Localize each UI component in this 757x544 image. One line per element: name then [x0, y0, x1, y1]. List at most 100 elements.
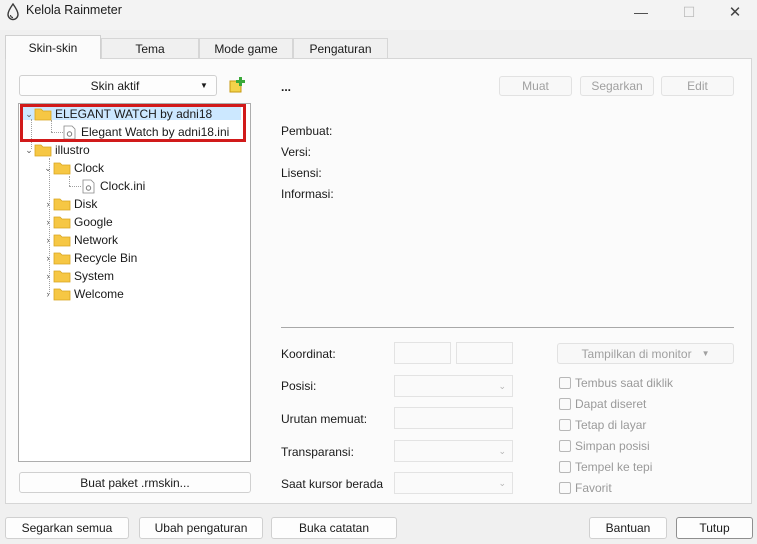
active-skins-dropdown[interactable]: Skin aktif ▼: [19, 75, 217, 96]
checkbox-box: [559, 418, 571, 431]
checkbox-box: [559, 397, 571, 410]
checkbox-label: Favorit: [575, 480, 612, 495]
coordinates-label: Koordinat:: [281, 347, 336, 361]
version-label: Versi:: [281, 145, 312, 159]
tree-item-label: Google: [74, 215, 113, 229]
information-label: Informasi:: [281, 187, 334, 201]
chevron-right-icon: ›: [46, 199, 50, 209]
refresh-button[interactable]: Segarkan: [580, 76, 654, 96]
transparency-label: Transparansi:: [281, 445, 354, 459]
draggable-checkbox[interactable]: Dapat diseret: [559, 396, 646, 411]
tree-item-clock-ini[interactable]: Clock.ini: [82, 177, 145, 195]
on-hover-select[interactable]: ⌄: [394, 472, 513, 494]
create-rmskin-package-button[interactable]: Buat paket .rmskin...: [19, 472, 251, 493]
favorite-checkbox[interactable]: Favorit: [559, 480, 612, 495]
folder-icon: [53, 198, 71, 211]
edit-settings-button[interactable]: Ubah pengaturan: [139, 517, 263, 539]
tree-connector: [69, 176, 70, 186]
tree-item-google[interactable]: › Google: [43, 213, 113, 231]
annotation-highlight-box: [20, 104, 246, 142]
checkbox-label: Dapat diseret: [575, 396, 647, 411]
tree-connector: [69, 186, 81, 187]
tree-item-system[interactable]: › System: [43, 267, 115, 285]
minimize-icon: —: [634, 4, 648, 20]
checkbox-box: [559, 481, 571, 494]
on-hover-label: Saat kursor berada: [281, 477, 384, 491]
tab-themes[interactable]: Tema: [101, 38, 199, 58]
author-label: Pembuat:: [281, 124, 333, 138]
maximize-button[interactable]: ☐: [666, 0, 712, 24]
tree-item-label: Welcome: [74, 287, 124, 301]
snap-to-edges-checkbox[interactable]: Tempel ke tepi: [559, 459, 652, 474]
add-skin-icon[interactable]: [229, 77, 245, 93]
chevron-right-icon: ›: [46, 271, 50, 281]
chevron-right-icon: ›: [46, 289, 50, 299]
checkbox-label: Tembus saat diklik: [575, 375, 674, 390]
chevron-down-icon: ⌄: [44, 162, 52, 173]
tree-item-label: Disk: [74, 197, 98, 211]
position-select[interactable]: ⌄: [394, 375, 513, 397]
position-label: Posisi:: [281, 379, 317, 393]
folder-icon: [53, 270, 71, 283]
checkbox-label: Tetap di layar: [575, 417, 647, 432]
folder-icon: [53, 252, 71, 265]
coordinate-y-input[interactable]: [456, 342, 513, 364]
tree-item-clock[interactable]: ⌄ Clock: [43, 159, 104, 177]
folder-icon: [53, 288, 71, 301]
license-label: Lisensi:: [281, 166, 322, 180]
load-order-input[interactable]: [394, 407, 513, 429]
chevron-right-icon: ›: [46, 235, 50, 245]
chevron-down-icon: ⌄: [498, 445, 506, 456]
tree-item-network[interactable]: › Network: [43, 231, 119, 249]
tree-item-disk[interactable]: › Disk: [43, 195, 98, 213]
checkbox-box: [559, 376, 571, 389]
close-window-button[interactable]: ✕: [712, 0, 757, 24]
chevron-down-icon: ⌄: [498, 380, 506, 391]
display-monitor-button[interactable]: Tampilkan di monitor ▼: [557, 343, 734, 364]
tab-settings[interactable]: Pengaturan: [293, 38, 388, 58]
keep-on-screen-checkbox[interactable]: Tetap di layar: [559, 417, 646, 432]
tree-item-recycle-bin[interactable]: › Recycle Bin: [43, 249, 138, 267]
load-button[interactable]: Muat: [499, 76, 572, 96]
close-icon: ✕: [728, 4, 742, 21]
window-title: Kelola Rainmeter: [26, 3, 122, 17]
rainmeter-drop-icon: [7, 3, 19, 21]
save-position-checkbox[interactable]: Simpan posisi: [559, 438, 650, 453]
coordinate-x-input[interactable]: [394, 342, 451, 364]
close-button[interactable]: Tutup: [676, 517, 753, 539]
dropdown-value: Skin aktif: [90, 78, 140, 93]
maximize-icon: ☐: [682, 3, 696, 20]
edit-button[interactable]: Edit: [661, 76, 734, 96]
tree-item-label: Clock: [74, 161, 105, 175]
section-divider: [281, 327, 734, 328]
tree-item-welcome[interactable]: › Welcome: [43, 285, 124, 303]
monitor-button-label: Tampilkan di monitor: [581, 346, 692, 361]
folder-icon: [53, 216, 71, 229]
checkbox-label: Tempel ke tepi: [575, 459, 653, 474]
tree-item-label: Recycle Bin: [74, 251, 138, 265]
tab-game-mode[interactable]: Mode game: [199, 38, 293, 58]
chevron-right-icon: ›: [46, 217, 50, 227]
tree-item-illustro[interactable]: ⌄ illustro: [24, 141, 89, 159]
chevron-down-icon: ▼: [701, 349, 710, 358]
chevron-down-icon: ⌄: [25, 144, 33, 155]
chevron-right-icon: ›: [46, 253, 50, 263]
checkbox-box: [559, 439, 571, 452]
folder-icon: [34, 144, 52, 157]
checkbox-label: Simpan posisi: [575, 438, 650, 453]
help-button[interactable]: Bantuan: [589, 517, 667, 539]
tree-item-label: Clock.ini: [100, 179, 146, 193]
click-through-checkbox[interactable]: Tembus saat diklik: [559, 375, 673, 390]
checkbox-box: [559, 460, 571, 473]
minimize-button[interactable]: —: [618, 0, 664, 24]
load-order-label: Urutan memuat:: [281, 412, 368, 426]
tree-item-label: System: [74, 269, 115, 283]
folder-icon: [53, 162, 71, 175]
chevron-down-icon: ⌄: [498, 477, 506, 488]
ini-file-icon: [82, 179, 95, 193]
tab-skins[interactable]: Skin-skin: [5, 35, 101, 59]
open-log-button[interactable]: Buka catatan: [271, 517, 397, 539]
tree-item-label: Network: [74, 233, 119, 247]
refresh-all-button[interactable]: Segarkan semua: [5, 517, 129, 539]
transparency-select[interactable]: ⌄: [394, 440, 513, 462]
